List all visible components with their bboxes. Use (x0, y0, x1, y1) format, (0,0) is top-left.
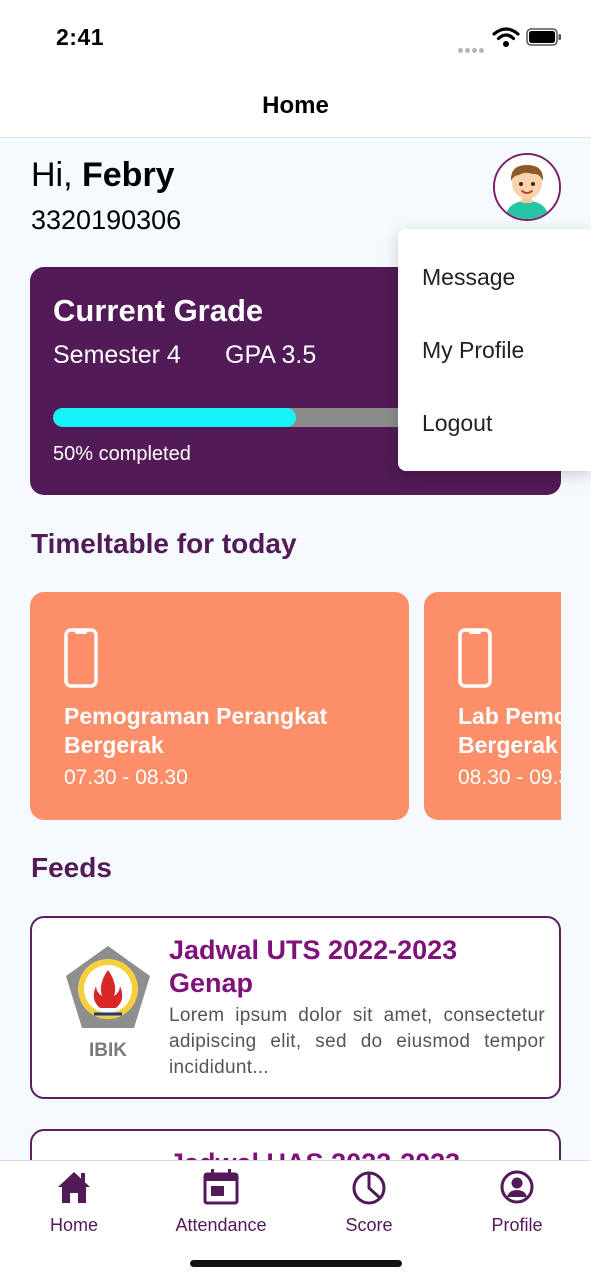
timetable-time: 07.30 - 08.30 (64, 766, 188, 789)
tab-profile[interactable]: Profile (452, 1167, 582, 1236)
timetable-time: 08.30 - 09.30 (458, 766, 561, 789)
greeting: Hi, Febry (31, 156, 175, 195)
timetable-heading: Timeltable for today (31, 528, 297, 559)
menu-item-my-profile[interactable]: My Profile (422, 337, 524, 364)
pie-chart-icon (352, 1171, 386, 1205)
calendar-icon (203, 1169, 239, 1205)
grade-semester: Semester 4 (53, 341, 181, 369)
tab-home[interactable]: Home (9, 1167, 139, 1236)
tab-attendance[interactable]: Attendance (156, 1167, 286, 1236)
signal-icon (458, 40, 486, 53)
tab-label: Score (345, 1215, 393, 1235)
user-circle-icon (500, 1170, 534, 1204)
tab-label: Home (49, 1215, 98, 1235)
home-indicator (190, 1260, 402, 1267)
student-id: 3320190306 (31, 205, 182, 235)
avatar-image (495, 155, 559, 219)
dropdown-menu: Message My Profile Logout (398, 229, 591, 471)
menu-item-message[interactable]: Message (422, 264, 515, 291)
progress-text: 50% completed (53, 443, 191, 465)
grade-gpa: GPA 3.5 (225, 341, 317, 369)
page-title: Home (262, 92, 329, 119)
wifi-icon (492, 27, 520, 47)
smartphone-icon (458, 628, 492, 688)
ibik-logo-icon: IBIK (66, 946, 150, 1061)
avatar[interactable] (493, 153, 561, 221)
feed-title: Jadwal UTS 2022-2023 Genap (169, 935, 458, 998)
nav-bar: Home (0, 80, 591, 138)
timetable-card[interactable]: Pemograman Perangkat Bergerak 07.30 - 08… (30, 592, 409, 820)
timetable-card[interactable]: Lab Pemograman Perangkat Bergerak 08.30 … (424, 592, 561, 820)
tab-label: Profile (491, 1215, 543, 1235)
timetable-carousel[interactable]: Pemograman Perangkat Bergerak 07.30 - 08… (30, 592, 561, 820)
greeting-prefix: Hi, (31, 156, 82, 194)
timetable-course: Lab Pemograman Perangkat Bergerak (458, 703, 561, 758)
grade-title: Current Grade (53, 293, 264, 328)
tab-label: Attendance (175, 1215, 267, 1235)
ibik-logo-text: IBIK (89, 1040, 127, 1061)
tab-score[interactable]: Score (304, 1167, 434, 1236)
feed-body: Lorem ipsum dolor sit amet, consectetur … (169, 1005, 545, 1078)
progress-fill (53, 408, 296, 427)
feed-card[interactable]: IBIK Jadwal UTS 2022-2023 Genap Lorem ip… (30, 916, 561, 1099)
status-time: 2:41 (56, 24, 105, 50)
smartphone-icon (64, 628, 98, 688)
home-icon (58, 1172, 90, 1203)
battery-icon (526, 28, 561, 46)
timetable-course: Pemograman Perangkat Bergerak (64, 703, 328, 758)
feeds-heading: Feeds (31, 852, 112, 883)
user-name: Febry (82, 156, 175, 194)
status-bar: 2:41 (0, 0, 591, 80)
menu-item-logout[interactable]: Logout (422, 410, 492, 437)
